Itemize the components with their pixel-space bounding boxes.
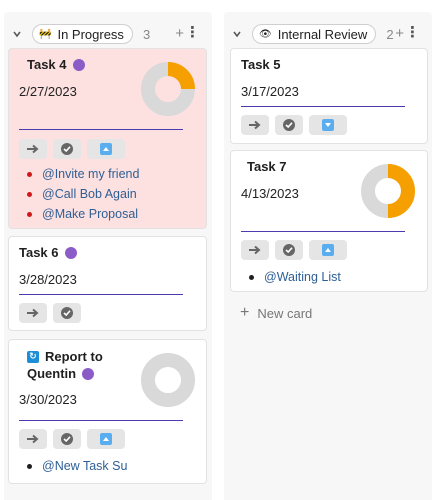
card-date: 4/13/2023 <box>241 186 299 201</box>
card-title-text: Task 5 <box>241 57 281 72</box>
card-links: @Waiting List <box>247 267 341 287</box>
card-date: 3/30/2023 <box>19 392 77 407</box>
card-title-text: Task 4 <box>27 57 67 72</box>
card-date: 3/17/2023 <box>241 84 299 99</box>
arrow-up-square-icon[interactable] <box>309 240 347 260</box>
column-title-pill[interactable]: 🚧 In Progress <box>32 24 133 44</box>
construction-icon: 🚧 <box>39 28 52 40</box>
card-task-5[interactable]: Task 5 3/17/2023 <box>230 48 428 144</box>
check-circle-icon[interactable] <box>275 240 303 260</box>
more-vertical-icon[interactable]: ⋮ <box>405 23 420 43</box>
arrow-right-icon[interactable] <box>241 115 269 135</box>
column-title: In Progress <box>57 26 124 42</box>
progress-ring <box>141 353 195 407</box>
card-title: Task 4 <box>27 57 85 72</box>
chevron-down-icon[interactable] <box>12 29 24 39</box>
card-actions <box>241 240 347 260</box>
sync-icon: ↻ <box>27 350 39 363</box>
card-actions <box>19 303 81 323</box>
link-item[interactable]: @Waiting List <box>247 267 341 287</box>
progress-ring-fill <box>167 62 195 90</box>
arrow-up-square-icon[interactable] <box>87 429 125 449</box>
card-title: Task 6 <box>19 245 77 260</box>
link-text[interactable]: @Waiting List <box>264 270 341 284</box>
arrow-down-square-icon[interactable] <box>309 115 347 135</box>
arrow-right-icon[interactable] <box>241 240 269 260</box>
plus-icon: + <box>240 304 250 321</box>
card-date: 2/27/2023 <box>19 84 77 99</box>
eye-icon: 👁 <box>259 28 272 40</box>
status-dot <box>82 367 95 380</box>
column-title-pill[interactable]: 👁 Internal Review <box>252 24 377 44</box>
card-task-7[interactable]: Task 7 4/13/2023 @Waiting List <box>230 150 428 292</box>
arrow-up-square-icon[interactable] <box>87 139 125 159</box>
link-text[interactable]: @Make Proposal <box>42 207 138 221</box>
progress-ring <box>141 62 195 116</box>
column-title: Internal Review <box>277 26 368 42</box>
card-title-text: Report to <box>45 349 103 364</box>
chevron-down-icon[interactable] <box>232 29 244 39</box>
column-header: 🚧 In Progress 3 + ⋮ <box>12 20 204 48</box>
card-links: @New Task Su <box>25 456 127 476</box>
card-actions <box>241 115 347 135</box>
card-title: Task 7 <box>247 159 287 174</box>
status-dot <box>72 58 85 71</box>
card-links: @Invite my friend @Call Bob Again @Make … <box>25 164 139 224</box>
card-date: 3/28/2023 <box>19 272 77 287</box>
check-circle-icon[interactable] <box>53 303 81 323</box>
link-text[interactable]: @Call Bob Again <box>42 187 137 201</box>
progress-ring-fill <box>387 164 415 218</box>
divider <box>241 231 405 232</box>
link-item[interactable]: @New Task Su <box>25 456 127 476</box>
column-count: 3 <box>142 26 151 42</box>
divider <box>19 129 183 130</box>
progress-ring <box>361 164 415 218</box>
card-title-text: Quentin <box>27 366 77 381</box>
add-icon[interactable]: + <box>395 25 404 42</box>
card-task-6[interactable]: Task 6 3/28/2023 <box>8 236 207 331</box>
column-count: 2 <box>386 26 394 42</box>
card-title: Task 5 <box>241 57 281 72</box>
link-item[interactable]: @Make Proposal <box>25 204 139 224</box>
divider <box>241 106 405 107</box>
check-circle-icon[interactable] <box>275 115 303 135</box>
divider <box>19 294 183 295</box>
card-title-text: Task 6 <box>19 245 59 260</box>
progress-ring-track <box>141 353 195 407</box>
arrow-right-icon[interactable] <box>19 139 47 159</box>
card-actions <box>19 139 125 159</box>
new-card-label: New card <box>257 305 313 321</box>
status-dot <box>64 246 77 259</box>
link-text[interactable]: @New Task Su <box>42 459 127 473</box>
link-text[interactable]: @Invite my friend <box>42 167 139 181</box>
check-circle-icon[interactable] <box>53 429 81 449</box>
arrow-right-icon[interactable] <box>19 429 47 449</box>
add-icon[interactable]: + <box>175 25 184 42</box>
more-vertical-icon[interactable]: ⋮ <box>185 23 200 43</box>
arrow-right-icon[interactable] <box>19 303 47 323</box>
divider <box>19 420 183 421</box>
card-title-text: Task 7 <box>247 159 287 174</box>
card-title: ↻ Report to Quentin <box>27 348 103 382</box>
link-item[interactable]: @Call Bob Again <box>25 184 139 204</box>
card-actions <box>19 429 125 449</box>
card-task-4[interactable]: Task 4 2/27/2023 @Invite my friend @Call… <box>8 48 207 229</box>
card-report-to-quentin[interactable]: ↻ Report to Quentin 3/30/2023 @New Task … <box>8 339 207 484</box>
column-header: 👁 Internal Review 2 + ⋮ <box>232 20 424 48</box>
link-item[interactable]: @Invite my friend <box>25 164 139 184</box>
new-card-button[interactable]: + New card <box>240 304 312 322</box>
check-circle-icon[interactable] <box>53 139 81 159</box>
